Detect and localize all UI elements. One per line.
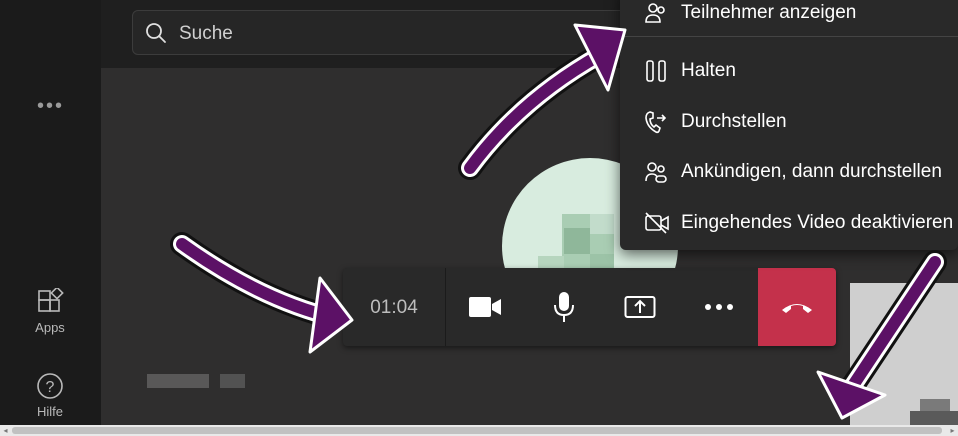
help-button[interactable]: ? Hilfe xyxy=(20,372,80,419)
menu-item-disable-incoming-video[interactable]: Eingehendes Video deaktivieren xyxy=(620,200,958,246)
menu-item-label: Eingehendes Video deaktivieren xyxy=(681,212,954,233)
menu-item-label: Durchstellen xyxy=(681,111,787,132)
call-controls: 01:04 xyxy=(343,268,836,346)
apps-button[interactable]: Apps xyxy=(20,288,80,335)
left-rail: ••• Apps ? Hilfe xyxy=(0,0,101,425)
more-apps-icon[interactable]: ••• xyxy=(37,96,64,116)
horizontal-scrollbar[interactable]: ◂ ▸ xyxy=(0,425,958,436)
menu-item-transfer[interactable]: Durchstellen xyxy=(620,99,958,145)
scroll-right-icon[interactable]: ▸ xyxy=(947,425,958,436)
menu-item-consult-transfer[interactable]: Ankündigen, dann durchstellen xyxy=(620,149,958,195)
search-icon xyxy=(146,23,166,43)
apps-label: Apps xyxy=(35,320,65,335)
call-timer: 01:04 xyxy=(370,297,418,318)
camera-icon xyxy=(469,297,501,317)
search-box[interactable] xyxy=(132,10,642,55)
participant-name-blurred-2 xyxy=(220,374,245,388)
hang-up-button[interactable] xyxy=(758,268,836,346)
video-off-icon xyxy=(645,212,669,234)
menu-divider xyxy=(620,36,958,37)
menu-item-label: Teilnehmer anzeigen xyxy=(681,2,857,23)
scroll-thumb[interactable] xyxy=(12,427,942,434)
help-icon: ? xyxy=(37,373,63,399)
menu-item-label: Halten xyxy=(681,60,736,81)
menu-item-label: Ankündigen, dann durchstellen xyxy=(681,161,942,182)
more-actions-button[interactable] xyxy=(681,268,757,346)
participant-name-blurred xyxy=(147,374,209,388)
people-transfer-icon xyxy=(645,162,667,183)
more-icon xyxy=(705,304,733,310)
transfer-phone-icon xyxy=(645,111,667,134)
svg-text:?: ? xyxy=(46,379,55,396)
more-actions-menu: Teilnehmer anzeigen Halten Durchstellen … xyxy=(620,0,958,250)
participant-video-tile xyxy=(850,283,958,425)
help-label: Hilfe xyxy=(36,404,63,419)
search-input[interactable] xyxy=(177,20,601,48)
share-screen-button[interactable] xyxy=(602,268,678,346)
microphone-icon xyxy=(554,292,574,322)
menu-item-hold[interactable]: Halten xyxy=(620,48,958,94)
share-screen-icon xyxy=(624,296,656,318)
menu-item-show-participants[interactable]: Teilnehmer anzeigen xyxy=(620,0,958,36)
camera-button[interactable] xyxy=(447,268,523,346)
scroll-left-icon[interactable]: ◂ xyxy=(0,425,11,436)
apps-icon xyxy=(38,288,64,312)
pause-icon xyxy=(646,60,666,82)
hang-up-icon xyxy=(782,304,812,313)
people-icon xyxy=(645,3,665,23)
call-timer-cell: 01:04 xyxy=(343,268,446,346)
microphone-button[interactable] xyxy=(526,268,602,346)
